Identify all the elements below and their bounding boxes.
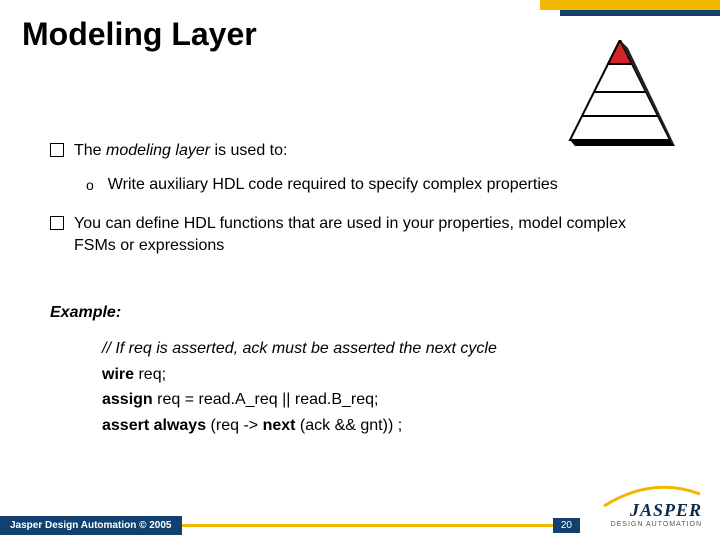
top-accent-bar xyxy=(500,0,720,16)
logo-sub-text: DESIGN AUTOMATION xyxy=(611,521,702,528)
bullet-2: You can define HDL functions that are us… xyxy=(50,213,660,256)
code-line-1: wire req; xyxy=(102,364,660,386)
sub-bullet-1-text: Write auxiliary HDL code required to spe… xyxy=(108,174,558,196)
code-line-3: assert always (req -> next (ack && gnt))… xyxy=(102,415,660,437)
bullet-1-text-pre: The xyxy=(74,142,106,159)
code-line-2: assign req = read.A_req || read.B_req; xyxy=(102,389,660,411)
square-bullet-icon xyxy=(50,216,64,230)
page-number: 20 xyxy=(553,518,580,533)
circle-bullet-icon: o xyxy=(86,176,94,196)
code-comment: // If req is asserted, ack must be asser… xyxy=(102,338,660,360)
logo-swoosh-icon xyxy=(602,480,702,510)
code-block: // If req is asserted, ack must be asser… xyxy=(102,338,660,436)
jasper-logo: JASPER DESIGN AUTOMATION xyxy=(611,500,702,528)
square-bullet-icon xyxy=(50,143,64,157)
slide-title: Modeling Layer xyxy=(22,16,257,53)
footer-bar xyxy=(182,524,553,527)
content-area: The modeling layer is used to: o Write a… xyxy=(50,140,660,440)
sub-bullet-1: o Write auxiliary HDL code required to s… xyxy=(86,174,660,196)
pyramid-diagram xyxy=(550,40,690,150)
bullet-1: The modeling layer is used to: xyxy=(50,140,660,162)
bullet-1-text-post: is used to: xyxy=(210,142,287,159)
bullet-2-text: You can define HDL functions that are us… xyxy=(74,213,660,256)
footer-copyright: Jasper Design Automation © 2005 xyxy=(0,516,182,535)
example-label: Example: xyxy=(50,302,660,324)
bullet-1-emph: modeling layer xyxy=(106,142,210,159)
